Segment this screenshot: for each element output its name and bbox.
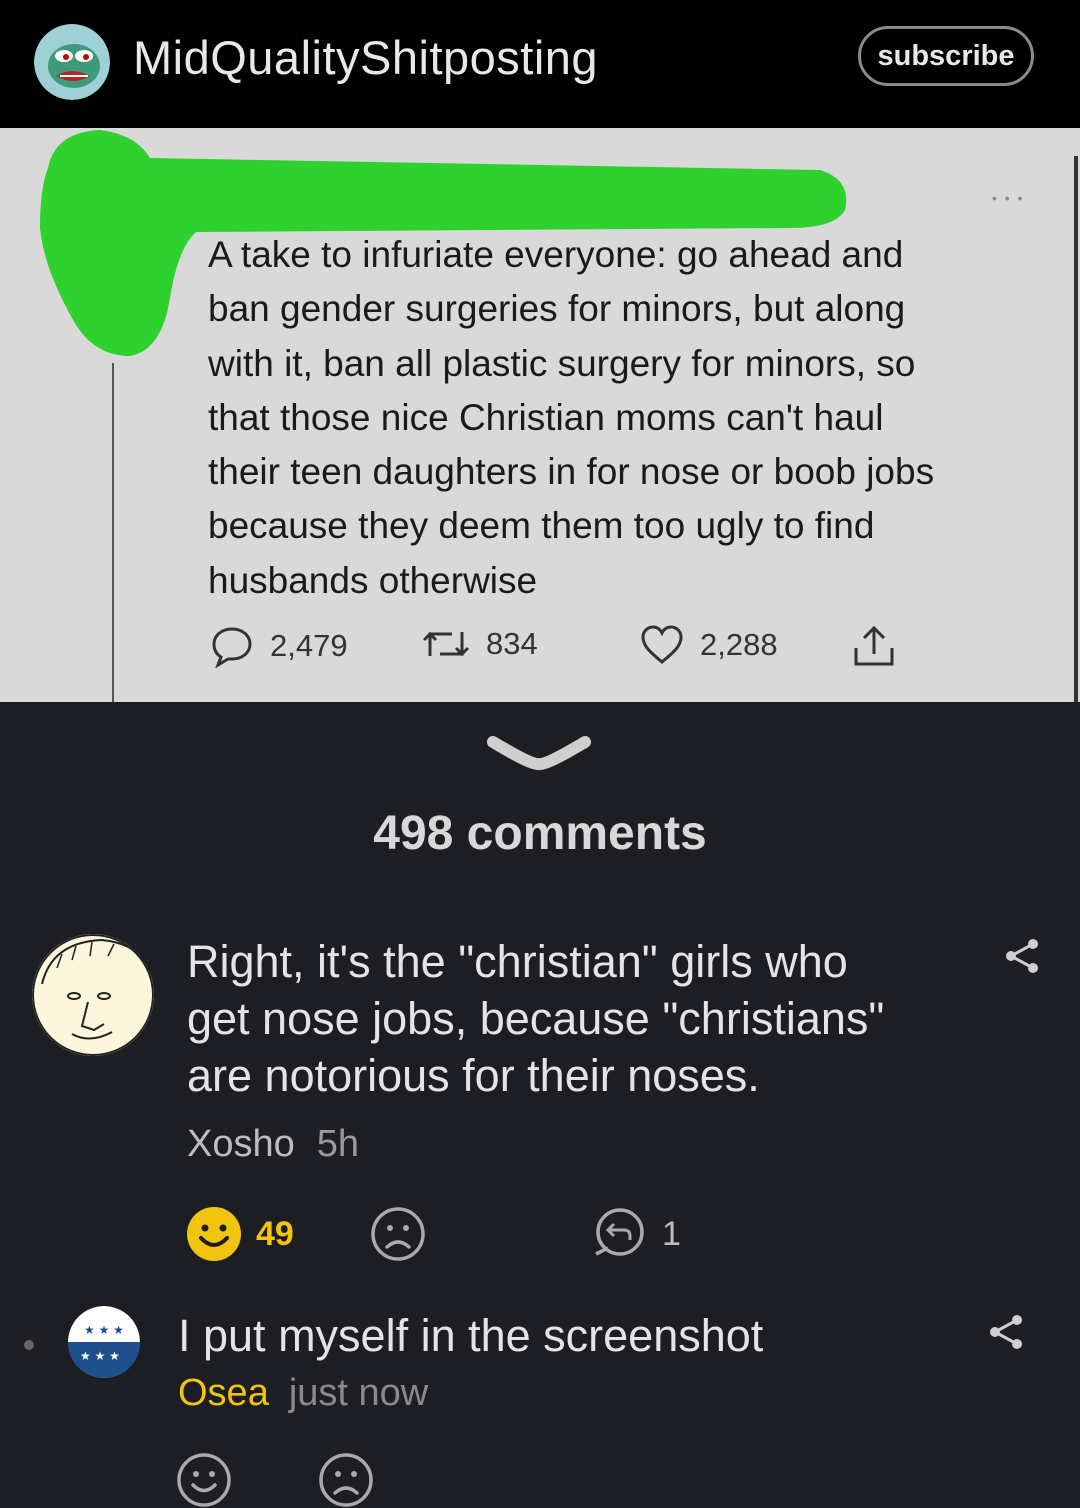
comment-time: 5h [316, 1123, 360, 1165]
tweet-like-count: 2,288 [700, 627, 778, 662]
upload-share-icon [854, 625, 894, 666]
reply-count: 1 [662, 1214, 681, 1253]
tweet-line: ban gender surgeries for minors, but alo… [208, 288, 906, 330]
tweet-line: because they deem them too ugly to find [208, 505, 875, 547]
tweet-line: A take to infuriate everyone: go ahead a… [208, 234, 904, 275]
avatar[interactable] [32, 934, 154, 1056]
tweet-line: that those nice Christian moms can't hau… [208, 396, 884, 438]
tweet-reply-count: 2,479 [270, 628, 348, 663]
comment-meta: Osea just now [178, 1372, 428, 1415]
heart-icon [641, 625, 683, 664]
comment-line: are notorious for their noses. [187, 1050, 760, 1101]
reply-control[interactable]: 1 [592, 1206, 681, 1262]
tweet-retweet-count: 834 [486, 626, 538, 661]
upvote-count: 49 [256, 1214, 294, 1253]
retweet-icon [422, 631, 470, 657]
speech-bubble-icon [212, 627, 252, 668]
tweet-actions: 2,479 834 2,288 [210, 624, 930, 674]
community-name[interactable]: MidQualityShitposting [133, 30, 598, 85]
comment-time: just now [288, 1372, 429, 1414]
comment-line: Right, it's the "christian" girls who [187, 936, 848, 987]
upvote-control[interactable]: 49 [186, 1206, 294, 1262]
comment-count: 498 comments [373, 807, 707, 860]
tweet-text: A take to infuriate everyone: go ahead a… [208, 228, 1058, 608]
subscribe-button[interactable]: subscribe [858, 26, 1034, 86]
thread-bullet [24, 1340, 34, 1350]
chevron-down-icon[interactable] [485, 730, 593, 774]
pepe-avatar-icon[interactable] [34, 24, 110, 100]
post-image[interactable]: • • • A take to infuriate everyone: go a… [0, 128, 1080, 702]
comment-body: I put myself in the screenshot [178, 1310, 764, 1361]
comment-line: get nose jobs, because "christians" [187, 993, 885, 1044]
svg-text:★ ★ ★: ★ ★ ★ [80, 1349, 120, 1363]
comment-author[interactable]: Osea [178, 1372, 269, 1414]
frown-downvote-icon[interactable] [370, 1206, 426, 1262]
tweet-share [850, 624, 898, 668]
tweet-retweet: 834 [422, 624, 538, 664]
tweet-line: husbands otherwise [208, 559, 538, 601]
tweet-line: with it, ban all plastic surgery for min… [208, 342, 916, 384]
reply-icon[interactable] [592, 1206, 648, 1262]
share-icon[interactable] [1002, 936, 1042, 976]
comment-author[interactable]: Xosho [187, 1123, 295, 1165]
avatar[interactable]: ★ ★ ★ ★ ★ ★ [68, 1306, 140, 1378]
svg-text:★ ★ ★: ★ ★ ★ [84, 1323, 124, 1337]
comment-meta: Xosho 5h [187, 1123, 359, 1166]
app-header: MidQualityShitposting subscribe [0, 0, 1080, 128]
smiley-upvote-icon[interactable] [186, 1206, 242, 1262]
tweet-like: 2,288 [640, 624, 778, 666]
comment-body: Right, it's the "christian" girls who ge… [187, 933, 967, 1104]
frown-downvote-icon[interactable] [318, 1452, 374, 1508]
tweet-line: their teen daughters in for nose or boob… [208, 451, 935, 493]
smiley-upvote-icon[interactable] [176, 1452, 232, 1508]
share-icon[interactable] [986, 1312, 1026, 1352]
tweet-reply: 2,479 [210, 624, 348, 668]
